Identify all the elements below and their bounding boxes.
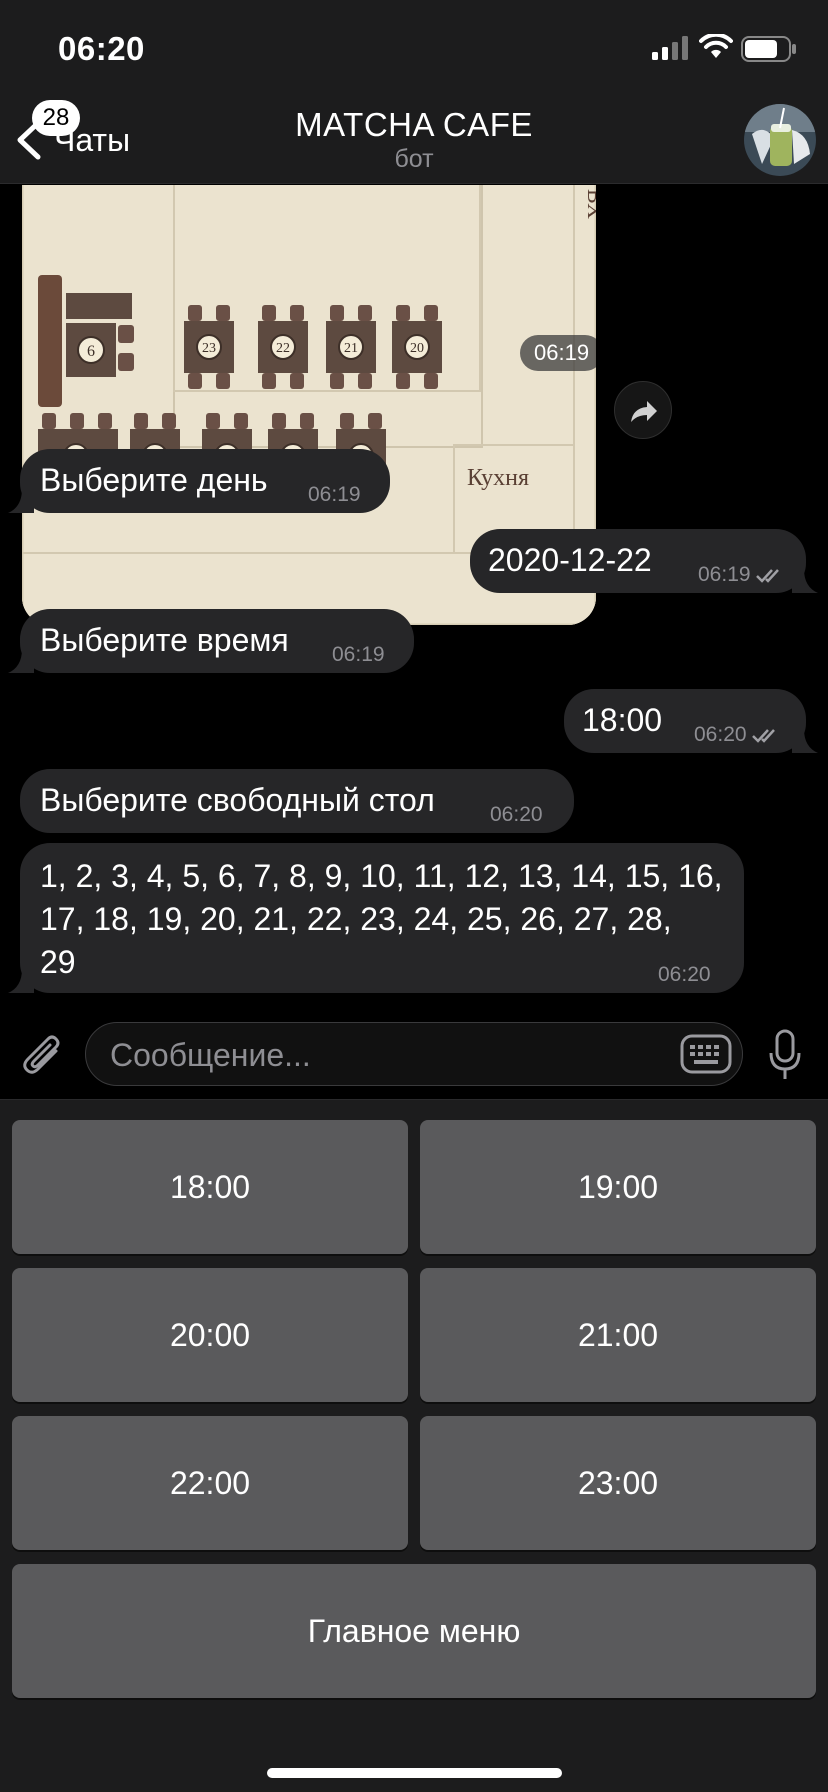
message-text: 18:00: [582, 702, 663, 738]
reply-button-time[interactable]: 19:00: [420, 1120, 816, 1254]
message-time: 06:19: [332, 643, 385, 666]
read-checkmarks-icon: [755, 569, 779, 584]
outgoing-message[interactable]: 18:00 06:20: [564, 689, 818, 753]
table-21-label: 21: [344, 341, 358, 356]
incoming-message[interactable]: Выберите свободный стол 06:20: [20, 769, 574, 833]
message-text: 2020-12-22: [488, 542, 652, 578]
message-time: 06:20: [694, 723, 747, 746]
table-6-label: 6: [87, 343, 95, 360]
chat-title[interactable]: MATCHA CAFE: [0, 106, 828, 144]
share-arrow-icon: [631, 401, 657, 422]
message-input[interactable]: Сообщение...: [85, 1022, 743, 1086]
status-bar: 06:20: [0, 0, 828, 92]
chat-header: Чаты 28 MATCHA CAFE бот: [0, 92, 828, 184]
entrance-edge-label: ВХ: [583, 189, 596, 219]
home-indicator[interactable]: [267, 1768, 562, 1778]
cellular-signal-icon: [652, 36, 688, 60]
message-text-line: 17, 18, 19, 20, 21, 22, 23, 24, 25, 26, …: [40, 901, 672, 937]
message-time: 06:19: [698, 563, 751, 586]
message-time: 06:20: [658, 963, 711, 986]
message-input-bar: Сообщение...: [0, 1015, 828, 1100]
message-text: Выберите свободный стол: [40, 782, 435, 818]
photo-timestamp: 06:19: [520, 335, 596, 371]
reply-button-time[interactable]: 23:00: [420, 1416, 816, 1550]
message-time: 06:19: [308, 483, 361, 506]
table-23-label: 23: [202, 341, 216, 356]
main-menu-button[interactable]: Главное меню: [12, 1564, 816, 1698]
keyboard-toggle-icon[interactable]: [680, 1034, 732, 1074]
reply-button-time[interactable]: 20:00: [12, 1268, 408, 1402]
incoming-message[interactable]: 1, 2, 3, 4, 5, 6, 7, 8, 9, 10, 11, 12, 1…: [8, 843, 744, 993]
message-text-line: 29: [40, 944, 76, 980]
incoming-message[interactable]: Выберите день 06:19: [8, 449, 390, 513]
message-text: Выберите день: [40, 462, 268, 498]
reply-button-time[interactable]: 21:00: [420, 1268, 816, 1402]
outgoing-message[interactable]: 2020-12-22 06:19: [470, 529, 818, 593]
battery-icon: [741, 36, 796, 62]
message-text: 1, 2, 3, 4, 5, 6, 7, 8, 9, 10, 11, 12, 1…: [40, 855, 730, 984]
read-checkmarks-icon: [751, 729, 775, 744]
table-20-label: 20: [410, 341, 424, 356]
message-input-placeholder: Сообщение...: [110, 1037, 311, 1073]
chat-subtitle: бот: [394, 145, 434, 173]
microphone-icon[interactable]: [768, 1029, 802, 1081]
wifi-icon: [699, 34, 733, 58]
status-time: 06:20: [58, 30, 145, 67]
paperclip-icon[interactable]: [20, 1031, 64, 1081]
message-time: 06:20: [490, 803, 543, 826]
bot-avatar[interactable]: [744, 104, 816, 176]
reply-button-time[interactable]: 22:00: [12, 1416, 408, 1550]
incoming-message[interactable]: Выберите время 06:19: [8, 609, 414, 673]
reply-button-time[interactable]: 18:00: [12, 1120, 408, 1254]
share-button[interactable]: [614, 381, 672, 439]
table-22-label: 22: [276, 341, 290, 356]
kitchen-label: Кухня: [467, 465, 529, 491]
message-text-line: 1, 2, 3, 4, 5, 6, 7, 8, 9, 10, 11, 12, 1…: [40, 858, 723, 894]
bot-reply-keyboard: 18:00 19:00 20:00 21:00 22:00 23:00 Глав…: [0, 1100, 828, 1792]
message-text: Выберите время: [40, 622, 289, 658]
message-list[interactable]: 6 23 22 21 20 Кухня ВХ 06:19 Выберите де…: [0, 185, 828, 1015]
